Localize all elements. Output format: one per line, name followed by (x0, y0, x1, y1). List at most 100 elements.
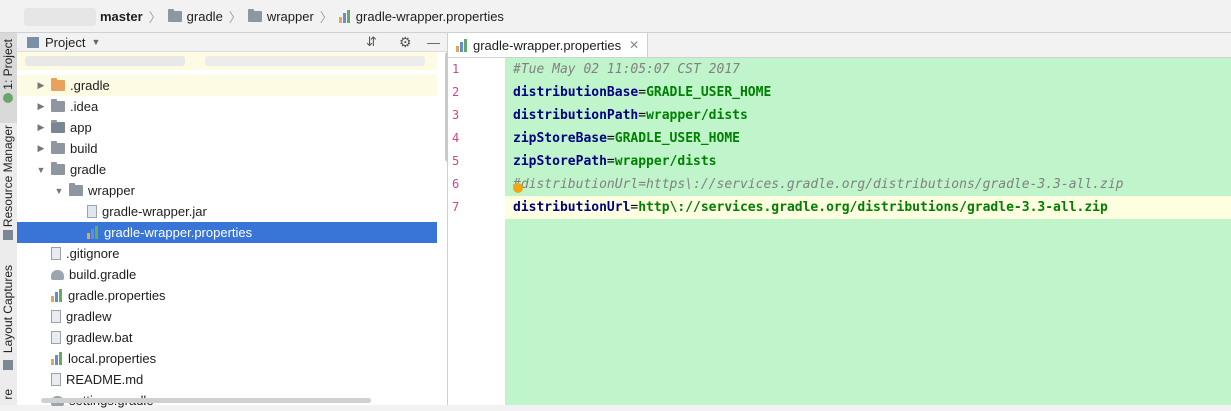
tree-item[interactable]: gradle-wrapper.jar (17, 201, 437, 222)
gear-icon[interactable]: ⚙ (399, 34, 412, 51)
project-panel: Project ▼ ⇵ ⚙ — ▶ .gradle ▶ .idea ▶ app ▶ build… (17, 33, 454, 408)
tree-item[interactable]: ▼ gradle (17, 159, 437, 180)
text-file-icon (51, 331, 61, 344)
tree-item[interactable]: local.properties (17, 348, 437, 369)
project-view-icon (27, 36, 39, 48)
lightbulb-icon[interactable] (513, 183, 523, 193)
horizontal-scrollbar[interactable] (41, 398, 371, 403)
property-equals: = (638, 85, 647, 100)
tree-item[interactable]: .gitignore (17, 243, 437, 264)
code-comment: #distributionUrl=https\://services.gradl… (513, 177, 1124, 192)
property-equals: = (638, 108, 647, 123)
tree-item-label: .gitignore (66, 246, 120, 261)
tree-item[interactable]: README.md (17, 369, 437, 390)
breadcrumb-gradle[interactable]: gradle 〉 (167, 6, 242, 26)
code-line[interactable]: zipStoreBase=GRADLE_USER_HOME (513, 127, 740, 150)
module-folder-icon (51, 120, 65, 133)
collapse-arrow-icon[interactable]: ▶ (35, 101, 47, 112)
code-line[interactable]: distributionBase=GRADLE_USER_HOME (513, 81, 771, 104)
line-number: 7 (452, 200, 460, 214)
property-value: wrapper/dists (646, 108, 748, 123)
breadcrumb-file[interactable]: gradle-wrapper.properties (338, 6, 504, 26)
code-line[interactable]: #Tue May 02 11:05:07 CST 2017 (513, 58, 740, 81)
code-line-current[interactable]: distributionUrl=http\://services.gradle.… (505, 196, 1231, 219)
editor-area: gradle-wrapper.properties ✕ 1 2 3 4 5 6 7 #Tue… (448, 33, 1231, 405)
code-line[interactable]: zipStorePath=wrapper/dists (513, 150, 717, 173)
expand-arrow-icon[interactable]: ▼ (53, 186, 65, 196)
tree-item-label: gradle-wrapper.properties (104, 225, 253, 240)
tree-item[interactable]: gradlew (17, 306, 437, 327)
tool-window-strip: 1: Project Resource Manager Layout Captu… (0, 33, 18, 405)
property-equals: = (606, 131, 615, 146)
collapse-all-icon[interactable]: ⇵ (366, 34, 377, 50)
capture-icon (3, 360, 13, 370)
folder-icon (51, 99, 65, 112)
line-number: 4 (452, 131, 460, 145)
collapse-arrow-icon[interactable]: ▶ (35, 143, 47, 154)
text-file-icon (51, 373, 61, 386)
tree-item-label: local.properties (68, 351, 157, 366)
properties-file-icon (87, 226, 99, 239)
property-value: wrapper/dists (614, 154, 717, 169)
collapse-arrow-icon[interactable]: ▶ (35, 122, 47, 133)
redacted-project-path (205, 56, 425, 66)
tree-item-label: gradle.properties (68, 288, 166, 303)
tree-item[interactable]: ▶ app (17, 117, 437, 138)
code-area[interactable]: #Tue May 02 11:05:07 CST 2017 distributio… (505, 58, 1231, 405)
tree-item-label: wrapper (88, 183, 135, 198)
tab-label: gradle-wrapper.properties (473, 37, 622, 53)
close-icon[interactable]: ✕ (629, 38, 639, 52)
tree-item[interactable]: gradle.properties (17, 285, 437, 306)
properties-file-icon (456, 38, 468, 52)
breadcrumb-wrapper[interactable]: wrapper 〉 (247, 6, 333, 26)
folder-icon (167, 8, 182, 22)
line-number: 2 (452, 85, 460, 99)
project-panel-title[interactable]: Project (45, 35, 85, 50)
tool-button-resource-manager[interactable]: Resource Manager (1, 125, 15, 227)
project-panel-header: Project ▼ ⇵ ⚙ — (17, 33, 447, 52)
tree-item-label: .idea (70, 99, 99, 114)
text-file-icon (51, 247, 61, 260)
folder-icon (51, 141, 65, 154)
tree-item[interactable]: ▶ .gradle (17, 75, 437, 96)
folder-icon (69, 183, 83, 196)
tree-item-label: gradle-wrapper.jar (102, 204, 207, 219)
tool-button-layout-captures[interactable]: Layout Captures (1, 265, 15, 353)
tree-item[interactable]: gradle-wrapper.properties (17, 222, 437, 243)
redacted-area (24, 8, 96, 26)
property-key: distributionPath (513, 108, 639, 123)
breadcrumb-branch[interactable]: master 〉 (100, 6, 162, 26)
property-value: GRADLE_USER_HOME (646, 85, 772, 100)
collapse-arrow-icon[interactable]: ▶ (35, 80, 47, 91)
chevron-right-icon: 〉 (148, 9, 162, 25)
chevron-right-icon: 〉 (319, 9, 333, 25)
gradle-file-icon (51, 269, 64, 280)
folder-icon (51, 162, 65, 175)
tool-button-more[interactable]: re (1, 389, 15, 400)
tree-item[interactable]: build.gradle (17, 264, 437, 285)
code-line[interactable]: #distributionUrl=https\://services.gradl… (513, 173, 1123, 196)
tool-button-project[interactable]: 1: Project (1, 39, 15, 90)
tree-item[interactable]: ▼ wrapper (17, 180, 437, 201)
property-key: zipStoreBase (513, 131, 607, 146)
chevron-down-icon[interactable]: ▼ (91, 37, 100, 47)
code-line[interactable]: distributionPath=wrapper/dists (513, 104, 748, 127)
tab-gradle-wrapper-properties[interactable]: gradle-wrapper.properties ✕ (448, 33, 649, 57)
line-number: 1 (452, 62, 460, 76)
expand-arrow-icon[interactable]: ▼ (35, 165, 47, 175)
line-number: 6 (452, 177, 460, 191)
line-number: 3 (452, 108, 460, 122)
minimize-icon[interactable]: — (427, 35, 440, 50)
line-number-gutter: 1 2 3 4 5 6 7 (448, 58, 504, 405)
tree-item-label: app (70, 120, 92, 135)
property-value: GRADLE_USER_HOME (614, 131, 740, 146)
chevron-right-icon: 〉 (228, 9, 242, 25)
tree-item[interactable]: ▶ .idea (17, 96, 437, 117)
tree-item-label: gradlew.bat (66, 330, 133, 345)
tree-item[interactable]: gradlew.bat (17, 327, 437, 348)
breadcrumb-label: master (100, 8, 143, 24)
breadcrumb-label: gradle-wrapper.properties (355, 8, 504, 24)
project-root-row[interactable] (17, 52, 437, 70)
code-comment: #Tue May 02 11:05:07 CST 2017 (513, 62, 740, 77)
tree-item[interactable]: ▶ build (17, 138, 437, 159)
